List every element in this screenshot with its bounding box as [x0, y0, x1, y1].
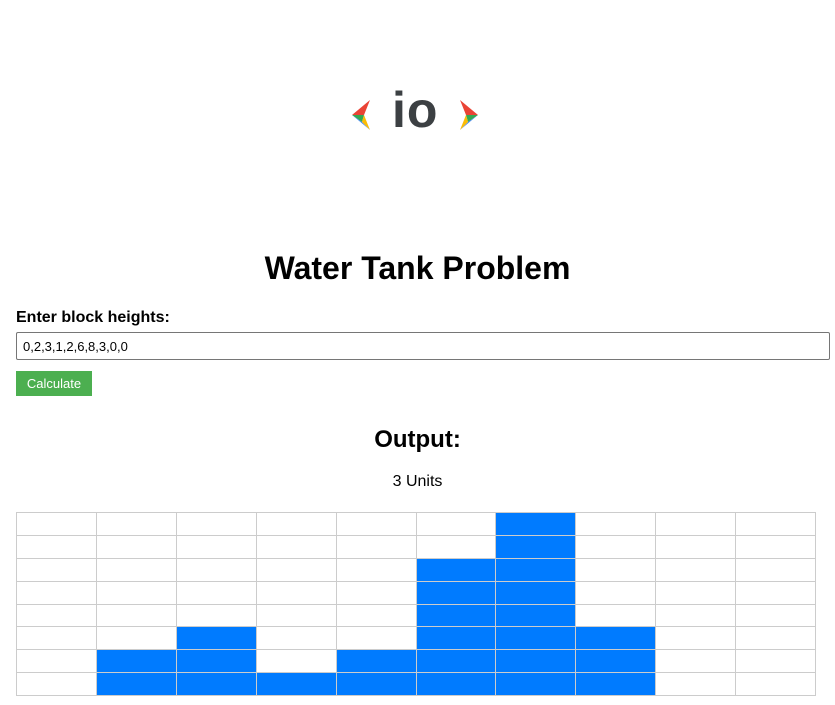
empty-cell [336, 604, 417, 628]
block-cell [416, 604, 497, 628]
empty-cell [96, 535, 177, 559]
empty-cell [656, 604, 737, 628]
empty-cell [576, 581, 657, 605]
empty-cell [96, 513, 177, 536]
empty-cell [576, 535, 657, 559]
empty-cell [17, 604, 97, 628]
block-cell [576, 673, 657, 696]
empty-cell [736, 604, 816, 628]
block-cell [576, 650, 657, 674]
block-cell [496, 673, 577, 696]
empty-cell [736, 673, 816, 696]
empty-cell [96, 558, 177, 582]
empty-cell [176, 604, 257, 628]
result-text: 3 Units [392, 473, 443, 490]
block-cell [416, 673, 497, 696]
calculate-button[interactable]: Calculate [16, 371, 92, 396]
empty-cell [656, 673, 737, 696]
empty-cell [416, 513, 497, 536]
empty-cell [17, 581, 97, 605]
empty-cell [256, 627, 337, 651]
empty-cell [17, 673, 97, 696]
empty-cell [416, 535, 497, 559]
block-cell [416, 650, 497, 674]
empty-cell [736, 535, 816, 559]
empty-cell [656, 558, 737, 582]
empty-cell [256, 604, 337, 628]
block-cell [576, 627, 657, 651]
empty-cell [736, 627, 816, 651]
empty-cell [336, 558, 417, 582]
block-cell [416, 558, 497, 582]
block-cell [496, 558, 577, 582]
output-heading: Output: [374, 426, 461, 453]
empty-cell [336, 627, 417, 651]
block-cell [496, 650, 577, 674]
block-cell [496, 604, 577, 628]
page-title: Water Tank Problem [264, 250, 571, 286]
block-cell [416, 581, 497, 605]
empty-cell [576, 558, 657, 582]
block-cell [176, 627, 257, 651]
empty-cell [656, 650, 737, 674]
block-cell [496, 581, 577, 605]
block-cell [496, 535, 577, 559]
empty-cell [17, 558, 97, 582]
block-cell [96, 673, 177, 696]
empty-cell [736, 558, 816, 582]
empty-cell [336, 535, 417, 559]
empty-cell [656, 627, 737, 651]
block-cell [416, 627, 497, 651]
empty-cell [96, 581, 177, 605]
empty-cell [256, 535, 337, 559]
logo: io [350, 82, 482, 138]
empty-cell [656, 581, 737, 605]
chevron-right-icon [460, 100, 478, 130]
empty-cell [736, 513, 816, 536]
page: io Water Tank Problem Enter block height… [0, 0, 835, 705]
empty-cell [256, 581, 337, 605]
chevron-left-icon [352, 100, 370, 130]
heights-label: Enter block heights: [16, 309, 170, 326]
empty-cell [96, 627, 177, 651]
heights-input[interactable] [16, 332, 830, 360]
empty-cell [256, 558, 337, 582]
empty-cell [176, 558, 257, 582]
block-cell [176, 673, 257, 696]
empty-cell [17, 650, 97, 674]
empty-cell [736, 650, 816, 674]
block-cell [176, 650, 257, 674]
empty-cell [17, 627, 97, 651]
block-cell [256, 673, 337, 696]
empty-cell [656, 513, 737, 536]
empty-cell [17, 513, 97, 536]
empty-cell [336, 513, 417, 536]
empty-cell [656, 535, 737, 559]
empty-cell [176, 581, 257, 605]
block-cell [496, 627, 577, 651]
water-tank-grid [16, 512, 816, 696]
block-cell [96, 650, 177, 674]
empty-cell [256, 513, 337, 536]
empty-cell [576, 513, 657, 536]
empty-cell [576, 604, 657, 628]
empty-cell [176, 535, 257, 559]
block-cell [496, 513, 577, 536]
empty-cell [336, 581, 417, 605]
empty-cell [17, 535, 97, 559]
logo-text: io [392, 82, 439, 138]
empty-cell [96, 604, 177, 628]
empty-cell [736, 581, 816, 605]
block-cell [336, 650, 417, 674]
empty-cell [256, 650, 337, 674]
block-cell [336, 673, 417, 696]
empty-cell [176, 513, 257, 536]
